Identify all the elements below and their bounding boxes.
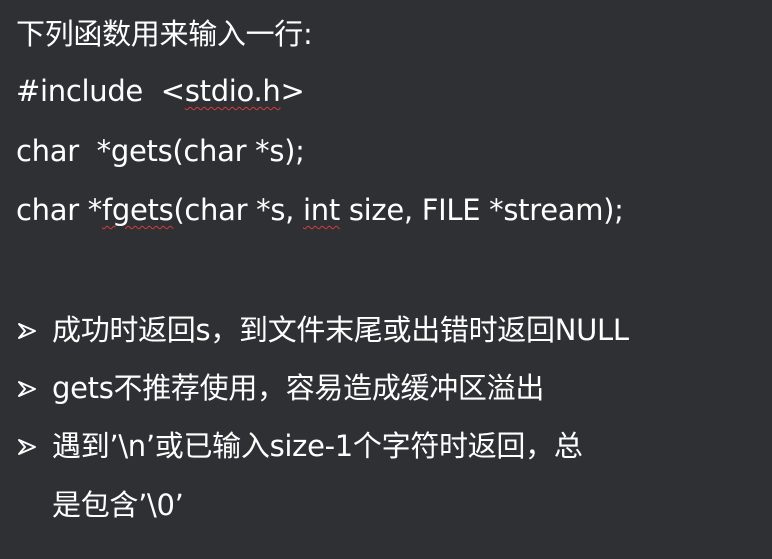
bullet-item: 成功时返回s，到文件末尾或出错时返回NULL [16, 310, 629, 350]
slide-heading: 下列函数用来输入一行: [16, 17, 313, 51]
include-header: stdio.h [184, 74, 281, 108]
bullet-item: 遇到’\n’或已输入size-1个字符时返回，总 [16, 426, 583, 466]
arrowhead-bullet-icon [16, 379, 40, 399]
arrowhead-bullet-icon [16, 321, 40, 341]
bullet-item: gets不推荐使用，容易造成缓冲区溢出 [16, 368, 544, 408]
fgets-suffix: size, FILE *stream); [339, 193, 624, 227]
arrowhead-bullet-icon [16, 437, 40, 457]
include-suffix: > [280, 74, 305, 108]
bullet-text: 成功时返回s，到文件末尾或出错时返回NULL [52, 313, 629, 347]
bullet-continuation: 是包含’\0’ [52, 488, 184, 522]
bullet-text: 遇到’\n’或已输入size-1个字符时返回，总 [52, 429, 583, 463]
code-include-line: #include <stdio.h> [16, 71, 305, 111]
fgets-name: fgets [101, 193, 174, 227]
fgets-prefix: char * [16, 193, 102, 227]
slide: 下列函数用来输入一行: #include <stdio.h> char *get… [0, 0, 772, 559]
code-fgets-line: char *fgets(char *s, int size, FILE *str… [16, 190, 624, 230]
code-gets-line: char *gets(char *s); [16, 134, 305, 168]
fgets-mid: (char *s, [173, 193, 303, 227]
bullet-text: gets不推荐使用，容易造成缓冲区溢出 [52, 371, 545, 405]
fgets-int: int [303, 193, 340, 227]
include-prefix: #include < [16, 74, 185, 108]
